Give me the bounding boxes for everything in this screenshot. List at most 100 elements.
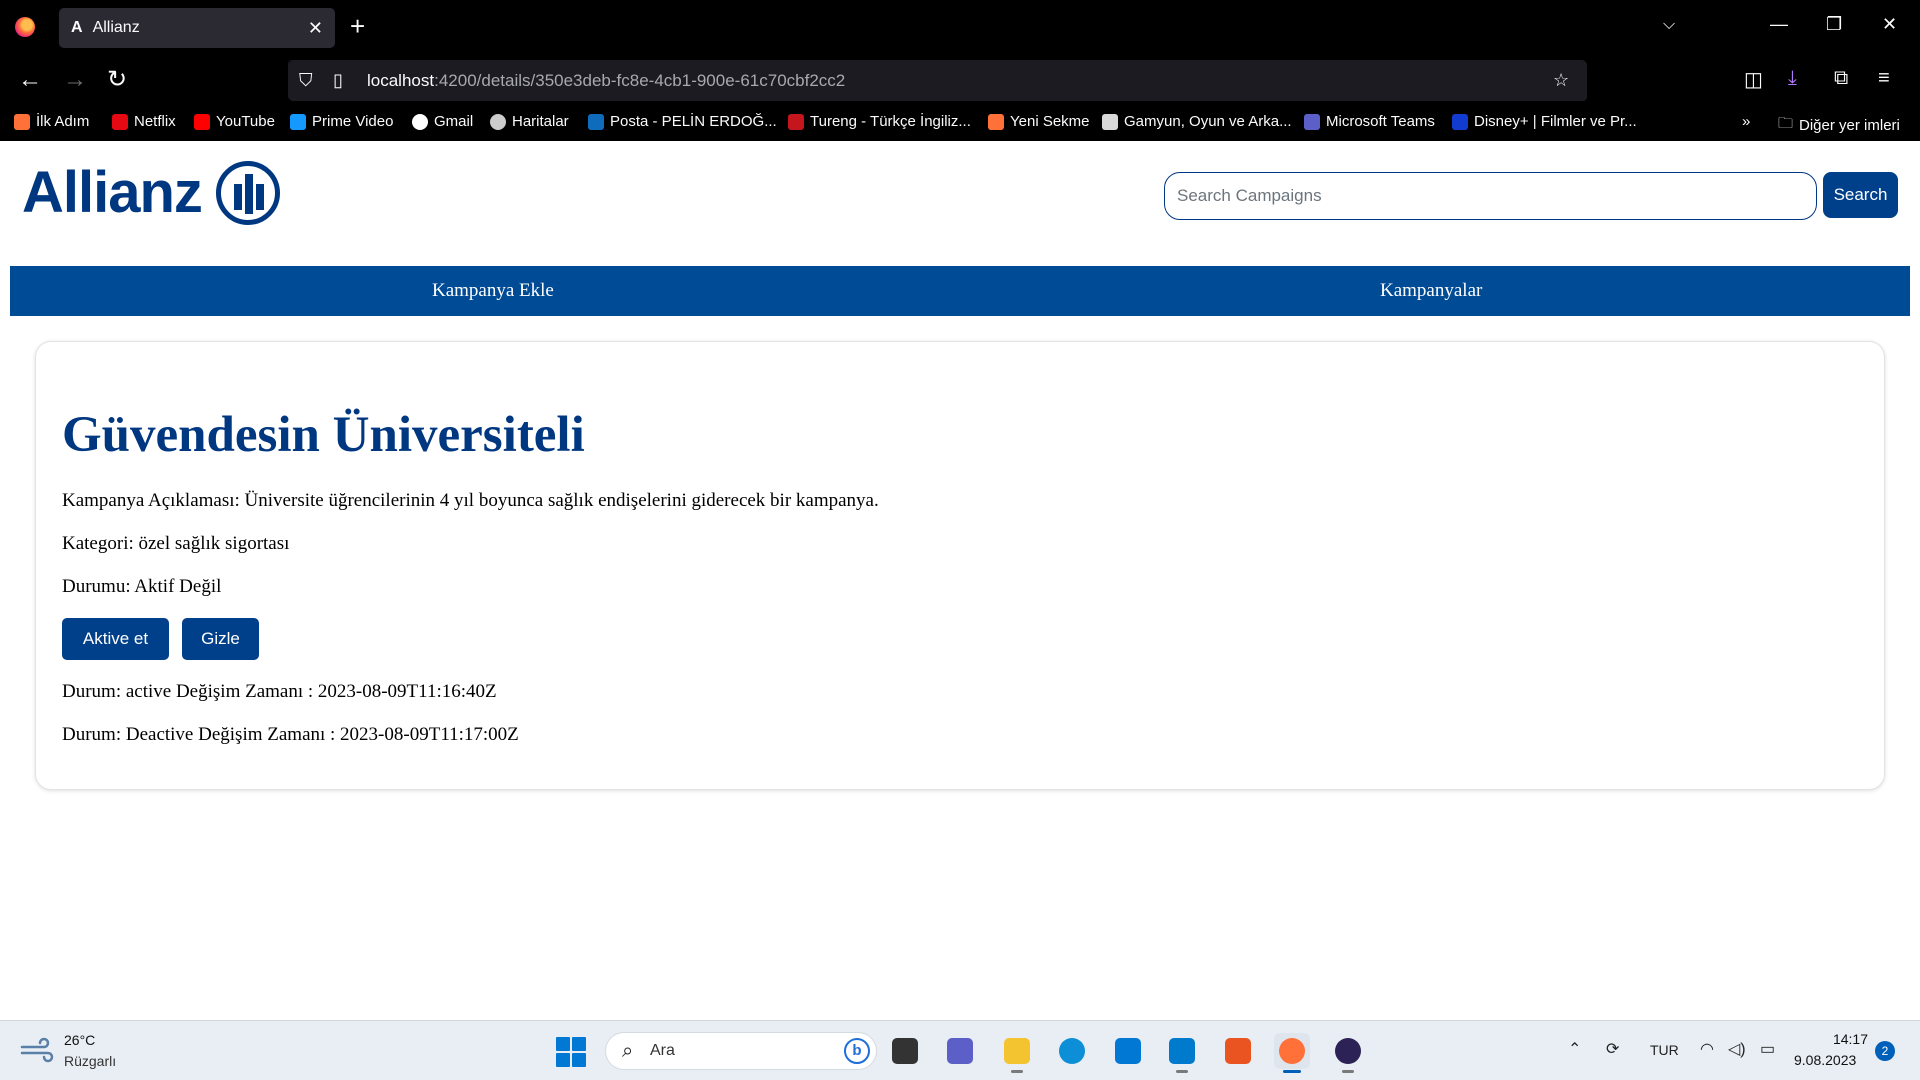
vscode-icon-glyph: [1169, 1038, 1195, 1064]
browser-tab[interactable]: A Allianz ✕: [59, 8, 335, 48]
bookmark-item[interactable]: İlk Adım: [14, 113, 89, 130]
firefox-icon: [988, 113, 1004, 130]
running-indicator: [1342, 1070, 1354, 1073]
edge-icon-glyph: [1059, 1038, 1085, 1064]
bookmarks-bar: » 🗀 Diğer yer imleri İlk Adım Netflix YouT…: [0, 107, 1920, 141]
firefox-icon-glyph: [1279, 1038, 1305, 1064]
vscode-icon[interactable]: [1164, 1033, 1200, 1073]
ubuntu-icon-glyph: [1225, 1038, 1251, 1064]
bookmark-label: Prime Video: [312, 113, 394, 130]
address-bar[interactable]: ⛉ ▯ localhost:4200/details/350e3deb-fc8e…: [288, 60, 1587, 101]
menu-item-campaigns[interactable]: Kampanyalar: [1380, 280, 1482, 302]
reload-icon[interactable]: ↻: [107, 66, 127, 94]
bookmark-item[interactable]: Posta - PELİN ERDOĞ...: [588, 113, 777, 130]
campaign-status: Durumu: Aktif Değil: [62, 576, 222, 597]
firefox-icon[interactable]: [1274, 1033, 1310, 1073]
menu-item-add-campaign[interactable]: Kampanya Ekle: [432, 280, 554, 302]
shield-icon[interactable]: ⛉: [299, 70, 313, 91]
file-explorer-icon[interactable]: [999, 1033, 1035, 1073]
running-indicator: [1176, 1070, 1188, 1073]
weather-temperature[interactable]: 26°C: [64, 1032, 95, 1048]
bookmark-label: Yeni Sekme: [1010, 113, 1090, 130]
eclipse-icon[interactable]: [1330, 1033, 1366, 1073]
firefox-icon[interactable]: [15, 17, 35, 37]
teams-icon: [1304, 113, 1320, 130]
windows-taskbar: 26°C Rüzgarlı ⌕ Ara b ⌃ ⟳ TUR ◠ ◁) ▭ 14:…: [0, 1020, 1920, 1080]
campaign-card: Güvendesin Üniversiteli Kampanya Açıklam…: [35, 341, 1885, 790]
bookmark-item[interactable]: Yeni Sekme: [988, 113, 1090, 130]
bookmark-item[interactable]: Netflix: [112, 113, 176, 130]
download-icon[interactable]: ⤓: [1788, 67, 1797, 90]
star-bookmark-icon[interactable]: ☆: [1553, 70, 1569, 91]
running-indicator: [1283, 1070, 1301, 1073]
wifi-icon[interactable]: ◠: [1700, 1039, 1714, 1059]
teams-chat-icon-glyph: [947, 1038, 973, 1064]
bookmark-item[interactable]: Disney+ | Filmler ve Pr...: [1452, 113, 1637, 130]
bookmark-label: YouTube: [216, 113, 275, 130]
bookmark-item[interactable]: Haritalar: [490, 113, 569, 130]
other-bookmarks-label: Diğer yer imleri: [1799, 117, 1900, 134]
running-indicator: [1011, 1070, 1023, 1073]
ubuntu-icon[interactable]: [1220, 1033, 1256, 1069]
windows-start-icon[interactable]: [556, 1037, 586, 1067]
task-view-icon-glyph: [892, 1038, 918, 1064]
close-window-icon[interactable]: ✕: [1882, 14, 1897, 35]
menu-icon[interactable]: ≡: [1878, 67, 1890, 90]
search-button[interactable]: Search: [1823, 172, 1898, 218]
language-indicator[interactable]: TUR: [1650, 1042, 1679, 1058]
bookmark-item[interactable]: Microsoft Teams: [1304, 113, 1435, 130]
bookmarks-overflow-icon[interactable]: »: [1742, 113, 1750, 130]
bookmark-item[interactable]: Prime Video: [290, 113, 393, 130]
activate-button[interactable]: Aktive et: [62, 618, 169, 660]
bookmark-label: Microsoft Teams: [1326, 113, 1435, 130]
hide-button[interactable]: Gizle: [182, 618, 259, 660]
tab-title: Allianz: [92, 19, 140, 36]
bookmark-item[interactable]: Tureng - Türkçe İngiliz...: [788, 113, 971, 130]
campaign-category: Kategori: özel sağlık sigortası: [62, 533, 290, 554]
edge-icon[interactable]: [1054, 1033, 1090, 1069]
mail-icon-glyph: [1115, 1038, 1141, 1064]
pocket-icon[interactable]: ◫: [1744, 67, 1763, 92]
bing-icon[interactable]: b: [844, 1038, 870, 1064]
bookmark-item[interactable]: Gamyun, Oyun ve Arka...: [1102, 113, 1292, 130]
search-icon: ⌕: [622, 1040, 634, 1062]
bookmark-label: Disney+ | Filmler ve Pr...: [1474, 113, 1637, 130]
volume-icon[interactable]: ◁): [1728, 1039, 1746, 1059]
bookmark-label: Gamyun, Oyun ve Arka...: [1124, 113, 1292, 130]
wind-weather-icon[interactable]: [20, 1037, 54, 1063]
teams-chat-icon[interactable]: [942, 1033, 978, 1069]
restore-icon[interactable]: ❐: [1826, 14, 1842, 35]
forward-icon[interactable]: →: [63, 66, 87, 94]
allianz-logo[interactable]: Allianz: [22, 159, 280, 226]
youtube-icon: [194, 113, 210, 130]
mail-icon[interactable]: [1110, 1033, 1146, 1069]
task-view-icon[interactable]: [887, 1033, 923, 1069]
battery-icon[interactable]: ▭: [1760, 1039, 1775, 1059]
page-icon[interactable]: ▯: [333, 70, 343, 91]
sync-icon[interactable]: ⟳: [1606, 1039, 1619, 1059]
bookmark-item[interactable]: YouTube: [194, 113, 275, 130]
bookmark-item[interactable]: Gmail: [412, 113, 473, 130]
bookmark-label: Netflix: [134, 113, 176, 130]
close-tab-icon[interactable]: ✕: [308, 18, 323, 39]
back-icon[interactable]: ←: [18, 66, 42, 94]
file-explorer-icon-glyph: [1004, 1038, 1030, 1064]
new-tab-icon[interactable]: +: [350, 13, 365, 39]
campaign-description: Kampanya Açıklaması: Üniversite üğrencil…: [62, 490, 879, 511]
minimize-icon[interactable]: —: [1770, 14, 1788, 35]
page: Allianz Search Kampanya Ekle Kampanyalar…: [0, 141, 1920, 1020]
other-bookmarks[interactable]: 🗀 Diğer yer imleri: [1778, 113, 1900, 138]
search-input[interactable]: [1164, 172, 1817, 220]
folder-icon: 🗀: [1778, 115, 1794, 132]
taskbar-search[interactable]: ⌕ Ara b: [605, 1032, 877, 1070]
chevron-up-icon[interactable]: ⌃: [1568, 1039, 1581, 1059]
notification-badge[interactable]: 2: [1875, 1041, 1895, 1061]
clock-date[interactable]: 9.08.2023: [1794, 1052, 1856, 1068]
tab-favicon-icon: A: [71, 19, 83, 36]
url-text[interactable]: localhost:4200/details/350e3deb-fc8e-4cb…: [367, 71, 845, 91]
outlook-icon: [588, 113, 604, 130]
clock-time[interactable]: 14:17: [1820, 1031, 1868, 1047]
extensions-icon[interactable]: ⧉: [1834, 67, 1848, 90]
weather-description[interactable]: Rüzgarlı: [64, 1053, 116, 1069]
chevron-down-icon[interactable]: ⌵: [1663, 16, 1675, 34]
